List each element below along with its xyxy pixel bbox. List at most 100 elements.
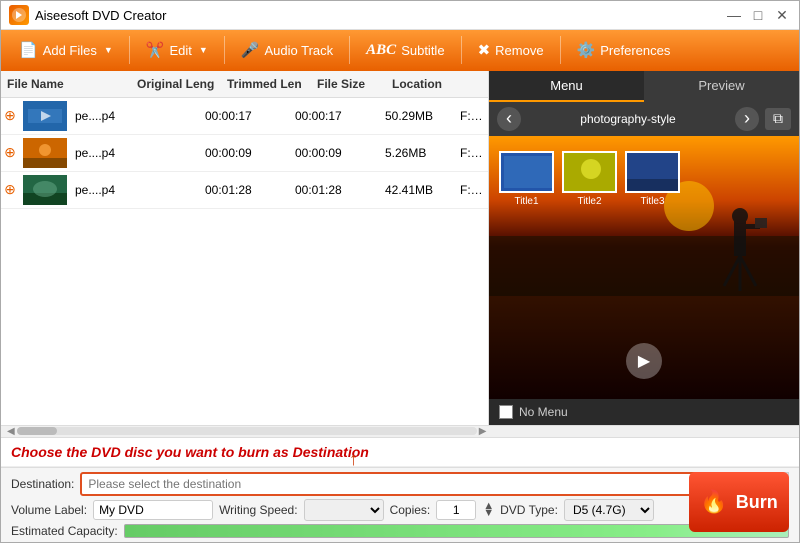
volume-row: Volume Label: Writing Speed: Copies: ▲ ▼… xyxy=(11,499,789,521)
menu-nav: ‹ photography-style › ⧉ xyxy=(489,102,799,136)
app-title: Aiseesoft DVD Creator xyxy=(35,8,167,23)
dvd-thumb-item-2: Title2 xyxy=(562,151,617,207)
edit-icon: ✂️ xyxy=(146,41,165,59)
dvd-thumb-label-1: Title1 xyxy=(514,196,538,207)
annotation-area: Choose the DVD disc you want to burn as … xyxy=(1,438,799,467)
copies-label: Copies: xyxy=(390,503,431,517)
thumbnail-1 xyxy=(23,101,67,131)
menu-tabs: Menu Preview xyxy=(489,71,799,102)
sep1 xyxy=(129,36,130,64)
scrollbar-track[interactable] xyxy=(17,427,477,435)
tab-preview[interactable]: Preview xyxy=(644,71,799,102)
cell-trim-1: 00:00:17 xyxy=(291,107,381,125)
title-bar: Aiseesoft DVD Creator — □ ✕ xyxy=(1,1,799,30)
cell-loc-3: F:/Chrome/pexels-super-l... xyxy=(456,181,488,199)
scroll-left-button[interactable]: ◀ xyxy=(5,426,17,437)
subtitle-button[interactable]: ABC Subtitle xyxy=(356,37,454,64)
cell-orig-2: 00:00:09 xyxy=(201,144,291,162)
row-expand-1[interactable]: ⊕ xyxy=(1,107,19,124)
minimize-button[interactable]: — xyxy=(725,6,743,24)
cell-trim-3: 00:01:28 xyxy=(291,181,381,199)
dvd-thumb-item-1: Title1 xyxy=(499,151,554,207)
annotation-text: Choose the DVD disc you want to burn as … xyxy=(11,444,369,460)
title-bar-controls: — □ ✕ xyxy=(725,6,791,24)
dest-input[interactable] xyxy=(80,472,761,496)
col-header-trim: Trimmed Len xyxy=(221,75,311,93)
cell-name-1: pe....p4 xyxy=(71,107,201,125)
add-files-button[interactable]: 📄 Add Files ▼ xyxy=(9,36,123,64)
vol-input[interactable] xyxy=(93,500,213,520)
cell-orig-1: 00:00:17 xyxy=(201,107,291,125)
scrollbar-area: ◀ ▶ xyxy=(1,425,799,438)
copies-input[interactable] xyxy=(436,500,476,520)
sep4 xyxy=(461,36,462,64)
file-list: File Name Original Leng Trimmed Len File… xyxy=(1,71,489,425)
vol-label: Volume Label: xyxy=(11,503,87,517)
copies-down-button[interactable]: ▼ xyxy=(483,510,494,517)
menu-copy-button[interactable]: ⧉ xyxy=(765,108,791,130)
remove-label: Remove xyxy=(495,43,543,58)
row-expand-2[interactable]: ⊕ xyxy=(1,144,19,161)
writing-speed-select[interactable] xyxy=(304,499,384,521)
dvd-thumb-label-2: Title2 xyxy=(577,196,601,207)
dvd-background: Title1 Title2 Title3 xyxy=(489,136,799,399)
dvd-thumb-frame-3 xyxy=(625,151,680,193)
app-icon xyxy=(9,5,29,25)
thumbnail-2 xyxy=(23,138,67,168)
scrollbar-thumb[interactable] xyxy=(17,427,57,435)
dvd-thumb-frame-1 xyxy=(499,151,554,193)
cell-trim-2: 00:00:09 xyxy=(291,144,381,162)
audio-track-button[interactable]: 🎤 Audio Track xyxy=(231,36,343,64)
cell-orig-3: 00:01:28 xyxy=(201,181,291,199)
play-icon: ▶ xyxy=(638,351,650,371)
dvd-thumb-frame-2 xyxy=(562,151,617,193)
col-header-name: File Name xyxy=(1,75,131,93)
preferences-button[interactable]: ⚙️ Preferences xyxy=(567,36,681,64)
add-files-icon: 📄 xyxy=(19,41,38,59)
dvd-thumb-label-3: Title3 xyxy=(640,196,664,207)
destination-row: Destination: ▼ xyxy=(11,472,789,496)
menu-prev-button[interactable]: ‹ xyxy=(497,107,521,131)
no-menu-row: No Menu xyxy=(489,399,799,425)
edit-button[interactable]: ✂️ Edit ▼ xyxy=(136,36,218,64)
cell-name-3: pe....p4 xyxy=(71,181,201,199)
preferences-label: Preferences xyxy=(600,43,670,58)
col-header-orig: Original Leng xyxy=(131,75,221,93)
audio-label: Audio Track xyxy=(265,43,334,58)
dvd-play-button[interactable]: ▶ xyxy=(626,343,662,379)
cell-size-1: 50.29MB xyxy=(381,107,456,125)
file-rows: ⊕ pe....p4 00:00:17 00:00:17 50.29MB F:/… xyxy=(1,98,488,425)
menu-panel: Menu Preview ‹ photography-style › ⧉ xyxy=(489,71,799,425)
audio-icon: 🎤 xyxy=(241,41,260,59)
cell-loc-1: F:/Chrome/pexels-gylfi-g... xyxy=(456,107,488,125)
dvdtype-select[interactable]: D5 (4.7G) xyxy=(564,499,654,521)
dest-label: Destination: xyxy=(11,477,74,491)
table-row[interactable]: ⊕ pe....p4 00:00:17 00:00:17 50.29MB F:/… xyxy=(1,98,488,135)
maximize-button[interactable]: □ xyxy=(749,6,767,24)
writing-speed-label: Writing Speed: xyxy=(219,503,298,517)
cell-loc-2: F:/Chrome/pexels-zuzann... xyxy=(456,144,488,162)
remove-button[interactable]: ✖ Remove xyxy=(468,36,554,64)
app-window: Aiseesoft DVD Creator — □ ✕ 📄 Add Files … xyxy=(0,0,800,543)
row-expand-3[interactable]: ⊕ xyxy=(1,181,19,198)
table-row[interactable]: ⊕ pe....p4 00:01:28 00:01:28 42.41MB F:/… xyxy=(1,172,488,209)
tab-menu[interactable]: Menu xyxy=(489,71,644,102)
toolbar: 📄 Add Files ▼ ✂️ Edit ▼ 🎤 Audio Track AB… xyxy=(1,30,799,70)
burn-button[interactable]: 🔥 Burn xyxy=(689,472,789,532)
close-button[interactable]: ✕ xyxy=(773,6,791,24)
col-header-loc: Location xyxy=(386,75,488,93)
capacity-row: Estimated Capacity: 0.5GB1GB1.5GB2GB2.5G… xyxy=(11,524,789,538)
no-menu-checkbox[interactable] xyxy=(499,405,513,419)
preferences-icon: ⚙️ xyxy=(577,41,596,59)
dvdtype-label: DVD Type: xyxy=(500,503,558,517)
dvd-thumbnails: Title1 Title2 Title3 xyxy=(499,151,680,207)
cell-size-2: 5.26MB xyxy=(381,144,456,162)
cap-label: Estimated Capacity: xyxy=(11,524,118,538)
menu-next-button[interactable]: › xyxy=(735,107,759,131)
scroll-right-button[interactable]: ▶ xyxy=(477,426,489,437)
bottom-bar: Destination: ▼ Volume Label: Writing Spe… xyxy=(1,467,799,542)
burn-flame-icon: 🔥 xyxy=(700,489,727,515)
table-row[interactable]: ⊕ pe....p4 00:00:09 00:00:09 5.26MB F:/C… xyxy=(1,135,488,172)
subtitle-icon: ABC xyxy=(366,42,396,59)
thumbnail-3 xyxy=(23,175,67,205)
